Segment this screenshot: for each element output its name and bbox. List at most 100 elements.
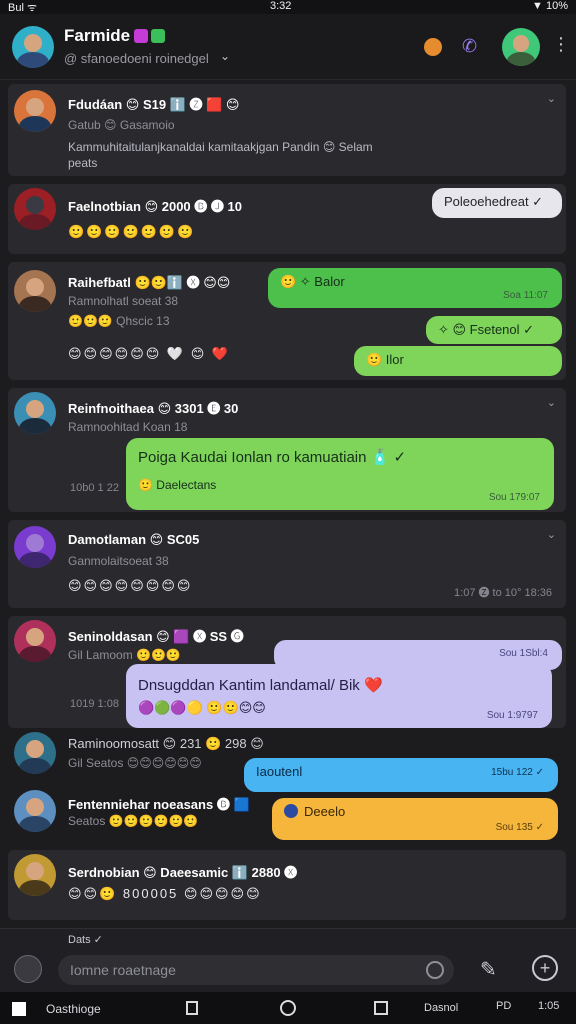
contact-meta: Gil Lamoom 🙂🙂🙂 [68,648,181,662]
name-emojis: 😊 Daeesamic ℹ️ 2880 🅧 [143,865,298,880]
conversation-row[interactable]: Fentenniehar noeasans 🅑 🟦 Seatos 🙂🙂🙂🙂🙂🙂 … [8,790,566,846]
message-bubble[interactable]: ✧ 😊 Fsetenol ✓ [426,316,562,344]
conversation-card[interactable]: Faelnotbian 😊 2000 🅑 🅙 10 🙂🙂🙂🙂🙂🙂🙂 Poleoe… [8,184,566,254]
contact-name-text: Serdnobian [68,865,140,880]
bubble-time: Soa 11:07 [503,290,548,301]
side-time: 1019 1:08 [70,698,119,710]
nav-left-label: Oasthioge [46,1002,101,1016]
bubble-text: Dnsugddan Kantim landamal/ Bik ❤️ [138,677,383,694]
chevron-down-icon[interactable]: ⌄ [547,396,556,409]
bubble-text: Poiga Kaudai Ionlan ro kamuatiain 🧴 ✓ [138,449,407,466]
message-bubble[interactable]: 🙂 Ilor [354,346,562,376]
contact-name: Serdnobian 😊 Daeesamic ℹ️ 2880 🅧 [68,862,297,881]
contact-meta: Ganmolaitsoeat 38 [68,554,169,568]
contact-meta-text: Gil Seatos [68,756,124,770]
chevron-down-icon[interactable]: ⌄ [547,528,556,541]
chat-title[interactable]: Farmide [64,26,166,46]
bubble-text: Iaoutenl [256,764,303,779]
bubble-text: Deeelo [304,804,346,819]
avatar [14,90,56,132]
bubble-time: Sou 1:9797 [486,710,538,721]
composer-context: Dats ✓ [68,934,103,946]
avatar [14,270,56,312]
conversation-card[interactable]: Raihefbatl 🙂🙂ℹ️ 🅧 😊😊 Ramnolhatl soeat 38… [8,262,566,380]
contact-name: Raihefbatl 🙂🙂ℹ️ 🅧 😊😊 [68,272,230,291]
conversation-card[interactable]: Seninoldasan 😊 🟪 🅧 SS 🅖 Gil Lamoom 🙂🙂🙂 1… [8,616,566,728]
name-emojis: 😊 3301 🅔 30 [157,401,239,416]
attach-icon[interactable]: ✎ [480,957,497,982]
conversation-card[interactable]: Reinfnoithaea 😊 3301 🅔 30 Ramnoohitad Ko… [8,388,566,512]
add-icon[interactable]: + [532,955,558,981]
contact-name-text: Fentenniehar noeasans [68,797,214,812]
name-emojis: 😊 S19 ℹ️ 🅩 🟥 😊 [125,97,240,112]
chat-subtitle: @ sfanoedoeni roinedgel [64,51,209,66]
avatar [14,188,56,230]
chat-title-text: Farmide [64,26,131,45]
right-time: 1:07 🅩 to 10° 18:36 [454,587,552,599]
kebab-menu-icon[interactable]: ⋮ [552,34,570,55]
contact-name: Seninoldasan 😊 🟪 🅧 SS 🅖 [68,626,244,645]
message-preview: Kammuhitaitulanjkanaldai kamitaakjgan Pa… [68,140,373,154]
group-avatar[interactable] [12,26,54,68]
conversation-row[interactable]: Raminoomosatt 😊 231 🙂 298 😊 Gil Seatos 😊… [8,728,566,792]
message-bubble[interactable]: Dnsugddan Kantim landamal/ Bik ❤️ 🟣🟢🟣🟡 🙂… [126,664,552,728]
contact-name-text: Raihefbatl [68,275,131,290]
bubble-time: 15bu 122 ✓ [491,767,544,778]
bubble-time: Sou 135 ✓ [495,822,544,833]
conversation-card[interactable]: Serdnobian 😊 Daeesamic ℹ️ 2880 🅧 😊😊🙂 800… [8,850,566,920]
avatar [14,620,56,662]
orb-icon [284,804,298,818]
message-composer: Dats ✓ Iomne roaetnage ✎ + [0,928,576,992]
name-emojis: 😊 2000 🅑 🅙 10 [144,199,242,214]
contact-name: Fdudáan 😊 S19 ℹ️ 🅩 🟥 😊 [68,94,239,113]
contact-name-text: Fdudáan [68,97,123,112]
status-left: Bul ᯤ [8,2,37,14]
contact-meta-text: Seatos [68,814,106,828]
conversation-card[interactable]: Fdudáan 😊 S19 ℹ️ 🅩 🟥 😊 Gatub 😊 Gasamoio … [8,84,566,176]
voice-icon[interactable] [426,961,444,979]
purple-badge-icon [134,29,149,43]
message-bubble[interactable]: 🙂 ✧ Balor Soa 11:07 [268,268,562,308]
avatar [14,526,56,568]
message-bubble[interactable]: Poleoehedreat ✓ [432,188,562,218]
message-input[interactable]: Iomne roaetnage [58,955,454,985]
profile-avatar[interactable] [502,28,540,66]
message-bubble[interactable]: Iaoutenl 15bu 122 ✓ [244,758,558,792]
message-bubble[interactable]: Poiga Kaudai Ionlan ro kamuatiain 🧴 ✓ 🙂 … [126,438,554,510]
phone-icon[interactable]: ✆ [462,36,477,57]
chevron-down-icon[interactable]: ⌄ [547,92,556,105]
mini-avatar-icon[interactable] [424,38,442,56]
contact-name-text: Reinfnoithaea [68,401,154,416]
message-bubble[interactable]: Deeelo Sou 135 ✓ [272,798,558,840]
contact-meta: Ramnolhatl soeat 38 [68,294,179,308]
home-logo-icon[interactable] [12,1002,26,1016]
bubble-emoji-row: 🟣🟢🟣🟡 🙂🙂😊😊 [138,700,266,715]
contact-name: Fentenniehar noeasans 🅑 🟦 [68,794,250,813]
contact-name: Reinfnoithaea 😊 3301 🅔 30 [68,398,238,417]
emoji-row: 😊😊😊😊😊😊 🤍 😊 ❤️ [68,346,231,361]
name-emojis: 🙂🙂ℹ️ 🅧 😊😊 [134,275,231,290]
avatar [14,732,56,774]
message-preview-2: peats [68,156,98,170]
nav-right-1: Dasnol [424,1002,459,1014]
meta-emojis: 🙂🙂🙂🙂🙂🙂 [108,814,199,828]
avatar [14,790,56,832]
bubble-time: Sou 1Sbl:4 [499,648,548,659]
nav-right-3: 1:05 [538,1000,560,1012]
message-input-placeholder: Iomne roaetnage [70,962,176,978]
emoji-picker-icon[interactable] [14,955,42,983]
back-icon[interactable] [186,1001,198,1015]
contact-meta-2: 🙂🙂🙂 Qhscic 13 [68,314,170,328]
recents-icon[interactable] [374,1001,388,1015]
emoji-row: 😊😊😊😊😊😊😊😊 [68,578,193,593]
contact-name: Faelnotbian 😊 2000 🅑 🅙 10 [68,196,242,215]
contact-meta: Gatub 😊 Gasamoio [68,118,175,132]
status-battery: ▼ 10% [532,0,568,12]
conversation-card[interactable]: Damotlaman 😊 SC05 Ganmolaitsoeat 38 😊😊😊😊… [8,520,566,608]
status-bar: Bul ᯤ 3:32 ▼ 10% [0,0,576,14]
contact-meta: Gil Seatos 😊😊😊😊😊😊 [68,756,202,770]
dropdown-chevron-icon[interactable]: ⌄ [220,49,230,63]
chat-header: Farmide @ sfanoedoeni roinedgel ⌄ ✆ ⋮ [0,14,576,80]
emoji-row: 😊😊🙂 800005 😊😊😊😊😊 [68,886,262,901]
home-icon[interactable] [280,1000,296,1016]
